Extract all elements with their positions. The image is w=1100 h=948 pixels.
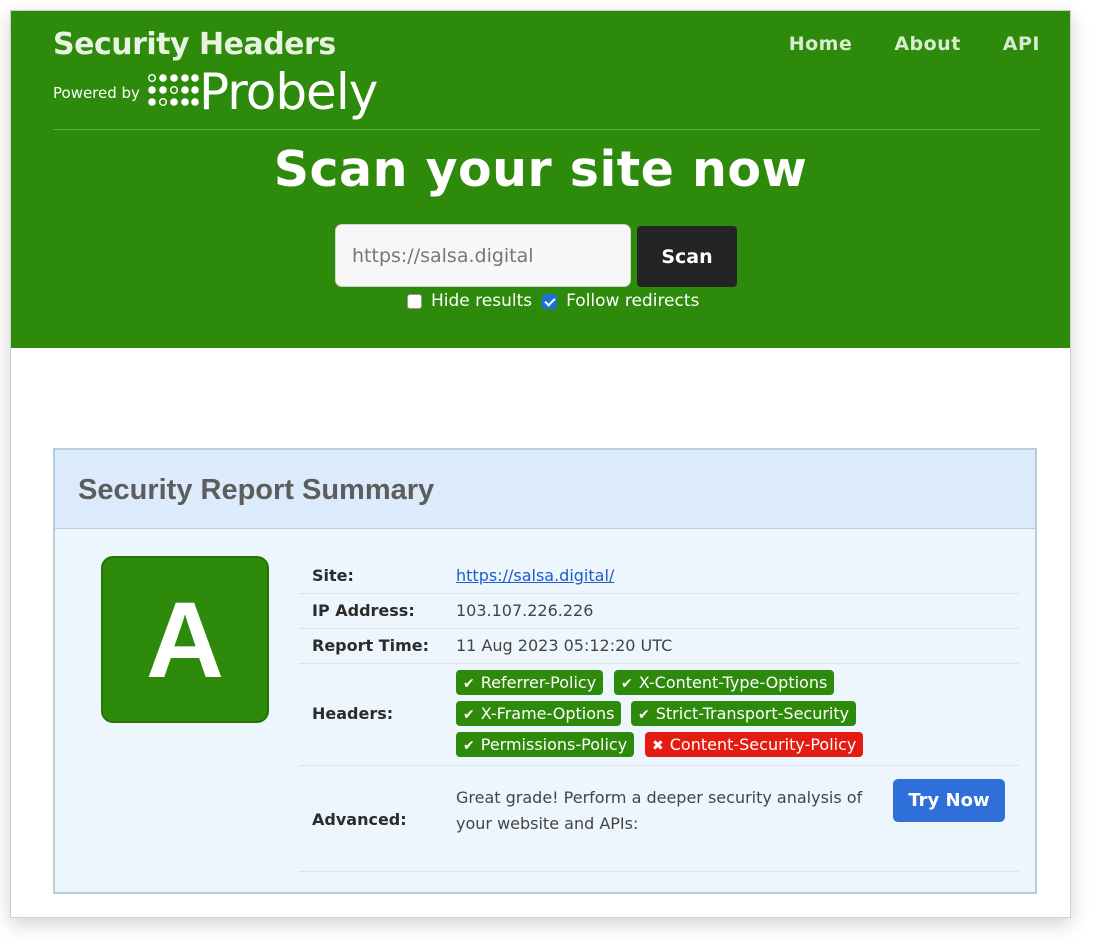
headers-label: Headers: [312, 704, 394, 723]
site-link[interactable]: https://salsa.digital/ [456, 566, 614, 585]
header-divider [53, 129, 1040, 130]
report-time-label: Report Time: [312, 636, 430, 655]
advanced-text: Great grade! Perform a deeper security a… [456, 788, 863, 833]
check-icon: ✔ [463, 738, 475, 754]
follow-redirects-checkbox[interactable] [542, 293, 558, 309]
grade-badge: A [101, 556, 269, 723]
hide-results-checkbox[interactable] [407, 293, 422, 309]
header-badge-x-content-type-options: ✔ X-Content-Type-Options [614, 670, 835, 695]
probely-logo-icon [148, 74, 199, 107]
hide-results-label[interactable]: Hide results [431, 291, 532, 311]
check-icon: ✔ [638, 707, 650, 723]
header-name: X-Frame-Options [480, 704, 615, 723]
header-badge-strict-transport-security: ✔ Strict-Transport-Security [631, 701, 857, 726]
nav-api[interactable]: API [1003, 33, 1040, 55]
header-badge-x-frame-options: ✔ X-Frame-Options [456, 701, 622, 726]
scan-options: Hide results Follow redirects [407, 291, 699, 311]
ip-value: 103.107.226.226 [456, 601, 594, 620]
report-time-row: Report Time: 11 Aug 2023 05:12:20 UTC [299, 628, 1019, 664]
header-name: Strict-Transport-Security [655, 704, 850, 723]
site-label: Site: [312, 566, 354, 585]
top-nav: Home About API [789, 33, 1040, 55]
url-input[interactable] [335, 224, 631, 287]
header-badge-content-security-policy: ✖ Content-Security-Policy [645, 732, 864, 757]
check-icon: ✔ [463, 707, 475, 723]
report-time-value: 11 Aug 2023 05:12:20 UTC [456, 636, 673, 655]
headers-row: Headers: ✔ Referrer-Policy ✔ X-Content-Typ… [299, 663, 1019, 766]
advanced-label: Advanced: [312, 810, 407, 829]
header-name: Content-Security-Policy [669, 735, 857, 754]
header-badge-referrer-policy: ✔ Referrer-Policy [456, 670, 604, 695]
header-name: Referrer-Policy [480, 673, 597, 692]
hero-heading: Scan your site now [273, 141, 808, 198]
ip-row: IP Address: 103.107.226.226 [299, 593, 1019, 629]
try-now-button[interactable]: Try Now [893, 779, 1005, 822]
check-icon: ✔ [463, 676, 475, 692]
browser-window: Security Headers Powered by Probely Home… [10, 10, 1071, 918]
check-icon: ✔ [621, 676, 633, 692]
advanced-row: Advanced: Great grade! Perform a deeper … [299, 765, 1019, 872]
probely-logo-text: Probely [199, 63, 378, 121]
security-report-panel: Security Report Summary A Site: https://… [53, 448, 1037, 894]
scan-button[interactable]: Scan [637, 226, 737, 287]
follow-redirects-label[interactable]: Follow redirects [566, 291, 699, 311]
header-name: X-Content-Type-Options [638, 673, 828, 692]
nav-about[interactable]: About [894, 33, 960, 55]
nav-home[interactable]: Home [789, 33, 853, 55]
report-title: Security Report Summary [78, 474, 435, 506]
hero-section: Security Headers Powered by Probely Home… [11, 11, 1070, 348]
header-name: Permissions-Policy [480, 735, 628, 754]
cross-icon: ✖ [652, 738, 664, 754]
site-title[interactable]: Security Headers [53, 27, 336, 62]
header-badge-permissions-policy: ✔ Permissions-Policy [456, 732, 635, 757]
ip-label: IP Address: [312, 601, 415, 620]
powered-by-label: Powered by [53, 84, 140, 102]
site-row: Site: https://salsa.digital/ [299, 560, 1019, 594]
